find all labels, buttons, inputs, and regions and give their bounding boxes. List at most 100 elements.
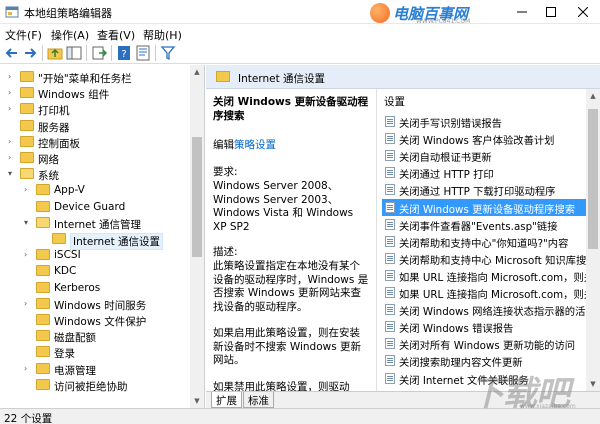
menu-action[interactable]: 操作(A) bbox=[51, 27, 89, 43]
folder-icon bbox=[20, 87, 34, 99]
folder-icon bbox=[36, 184, 50, 196]
filter-icon[interactable] bbox=[160, 45, 176, 61]
settings-column-header[interactable]: 设置 bbox=[384, 94, 405, 109]
chevron-right-icon[interactable]: › bbox=[8, 154, 16, 162]
scroll-up-icon[interactable]: ▲ bbox=[190, 65, 204, 79]
tab-standard[interactable]: 标准 bbox=[243, 392, 274, 408]
setting-row[interactable]: 关闭帮助和支持中心"你知道吗?"内容 bbox=[382, 233, 594, 250]
menu-file[interactable]: 文件(F) bbox=[5, 27, 42, 43]
edit-prefix: 编辑 bbox=[213, 139, 234, 151]
tree-item-label: iSCSI bbox=[54, 249, 81, 262]
tree-item-label: 访问被拒绝协助 bbox=[54, 380, 128, 393]
tree-scroll-thumb[interactable] bbox=[192, 137, 202, 257]
chevron-right-icon[interactable]: › bbox=[24, 251, 32, 259]
setting-row[interactable]: 关闭对所有 Windows 更新功能的访问 bbox=[382, 335, 594, 352]
chevron-right-icon[interactable]: › bbox=[24, 364, 32, 373]
tree-item-label: 控制面板 bbox=[38, 137, 80, 150]
policy-title: 关闭 Windows 更新设备驱动程序搜索 bbox=[213, 96, 369, 122]
tree-item-label: 打印机 bbox=[38, 105, 70, 118]
policy-setting-icon bbox=[385, 304, 395, 316]
chevron-right-icon[interactable]: › bbox=[8, 137, 16, 146]
setting-row[interactable]: 关闭 Windows 错误报告 bbox=[382, 318, 594, 335]
chevron-right-icon[interactable]: › bbox=[8, 105, 16, 113]
list-scrollbar[interactable]: ▲ ▼ bbox=[586, 89, 600, 391]
status-text: 22 个设置 bbox=[4, 413, 53, 424]
menu-help[interactable]: 帮助(H) bbox=[143, 27, 182, 43]
setting-row[interactable]: 关闭 Windows 更新设备驱动程序搜索 bbox=[382, 198, 594, 216]
close-button[interactable] bbox=[567, 0, 599, 24]
folder-icon bbox=[20, 71, 34, 82]
right-pane-title: Internet 通信设置 bbox=[238, 73, 326, 85]
app-icon bbox=[5, 6, 19, 18]
chevron-right-icon[interactable]: › bbox=[24, 299, 32, 308]
tree-item-label: 磁盘配额 bbox=[54, 332, 96, 345]
chevron-right-icon[interactable]: › bbox=[8, 89, 16, 97]
setting-name: 关闭帮助和支持中心 Microsoft 知识库搜索 bbox=[399, 254, 594, 267]
show-tree-icon[interactable] bbox=[66, 45, 82, 61]
help-icon[interactable]: ? bbox=[116, 45, 132, 61]
maximize-button[interactable] bbox=[535, 0, 567, 24]
tree-item-label: 登录 bbox=[54, 348, 75, 361]
svg-text:?: ? bbox=[121, 49, 126, 60]
close-icon bbox=[578, 7, 588, 17]
forward-icon[interactable] bbox=[22, 45, 38, 61]
chevron-down-icon[interactable]: ▾ bbox=[24, 218, 32, 227]
setting-row[interactable]: 关闭帮助和支持中心 Microsoft 知识库搜索 bbox=[382, 250, 594, 267]
setting-row[interactable]: 关闭 Windows 客户体验改善计划 bbox=[382, 130, 594, 147]
setting-row[interactable]: 如果 URL 连接指向 Microsoft.com，则关闭 bbox=[382, 284, 594, 301]
scroll-up-icon[interactable]: ▲ bbox=[586, 89, 600, 103]
back-icon[interactable] bbox=[4, 45, 20, 61]
policy-setting-icon bbox=[385, 167, 395, 179]
export-icon[interactable] bbox=[91, 45, 107, 61]
minimize-button[interactable] bbox=[506, 0, 538, 24]
chevron-right-icon[interactable]: › bbox=[8, 73, 16, 81]
policy-setting-icon bbox=[385, 321, 395, 333]
folder-icon bbox=[36, 346, 50, 358]
setting-row[interactable]: 关闭 Windows 网络连接状态指示器的活动测 bbox=[382, 301, 594, 318]
window-title: 本地组策略编辑器 bbox=[24, 7, 112, 20]
setting-row[interactable]: 关闭事件查看器"Events.asp"链接 bbox=[382, 216, 594, 233]
setting-row[interactable]: 关闭通过 HTTP 打印 bbox=[382, 164, 594, 181]
setting-row[interactable]: 如果 URL 连接指向 Microsoft.com，则关闭 bbox=[382, 267, 594, 284]
up-folder-icon[interactable] bbox=[47, 45, 63, 61]
setting-name: 关闭通过 HTTP 下载打印驱动程序 bbox=[399, 186, 556, 199]
scroll-down-icon[interactable]: ▼ bbox=[190, 394, 204, 408]
setting-name: 关闭对所有 Windows 更新功能的访问 bbox=[399, 340, 576, 353]
tab-extended[interactable]: 扩展 bbox=[211, 392, 242, 408]
tree-pane: ▲ ▼ › "开始"菜单和任务栏 › Windows 组件 › 打印机 服务器 › 控制面板 › 网… bbox=[0, 65, 205, 408]
policy-setting-icon bbox=[385, 287, 395, 298]
setting-name: 关闭 Windows 网络连接状态指示器的活动测 bbox=[399, 306, 594, 319]
setting-row[interactable]: 关闭手写识别错误报告 bbox=[382, 113, 594, 130]
list-scroll-thumb[interactable] bbox=[588, 109, 598, 249]
folder-icon bbox=[20, 135, 34, 147]
policy-setting-icon bbox=[385, 338, 395, 350]
policy-setting-icon bbox=[385, 184, 395, 196]
tree-item-label: 网络 bbox=[38, 154, 59, 166]
tree-item-label: 电源管理 bbox=[54, 364, 96, 377]
scroll-down-icon[interactable]: ▼ bbox=[586, 377, 600, 391]
chevron-right-icon[interactable]: › bbox=[24, 186, 32, 194]
tree-scrollbar[interactable]: ▲ ▼ bbox=[190, 65, 204, 408]
setting-row[interactable]: 关闭通过 HTTP 下载打印驱动程序 bbox=[382, 181, 594, 198]
description-pane: 关闭 Windows 更新设备驱动程序搜索 编辑策略设置 要求: Windows… bbox=[206, 89, 373, 391]
tree-item-label: Windows 时间服务 bbox=[54, 299, 147, 312]
tree-item-label: App-V bbox=[54, 184, 85, 197]
tree-item-label: Windows 组件 bbox=[38, 89, 110, 102]
policy-setting-icon bbox=[385, 235, 395, 247]
chevron-down-icon[interactable]: ▾ bbox=[8, 170, 16, 178]
setting-name: 关闭通过 HTTP 打印 bbox=[399, 169, 494, 182]
description-label: 描述: bbox=[213, 246, 238, 258]
edit-policy-link[interactable]: 策略设置 bbox=[234, 139, 276, 151]
properties-icon[interactable] bbox=[135, 45, 151, 61]
policy-setting-icon bbox=[385, 133, 395, 145]
folder-icon bbox=[36, 200, 50, 212]
tree-item[interactable]: 访问被拒绝协助 bbox=[0, 377, 190, 395]
setting-name: 关闭事件查看器"Events.asp"链接 bbox=[399, 220, 558, 233]
folder-icon bbox=[52, 233, 66, 244]
setting-row[interactable]: 关闭自动根证书更新 bbox=[382, 147, 594, 164]
tree-item-label: 系统 bbox=[38, 170, 59, 183]
toolbar-separator bbox=[42, 45, 43, 61]
menu-view[interactable]: 查看(V) bbox=[97, 27, 135, 43]
policy-setting-icon bbox=[385, 218, 395, 230]
policy-setting-icon bbox=[385, 252, 395, 264]
